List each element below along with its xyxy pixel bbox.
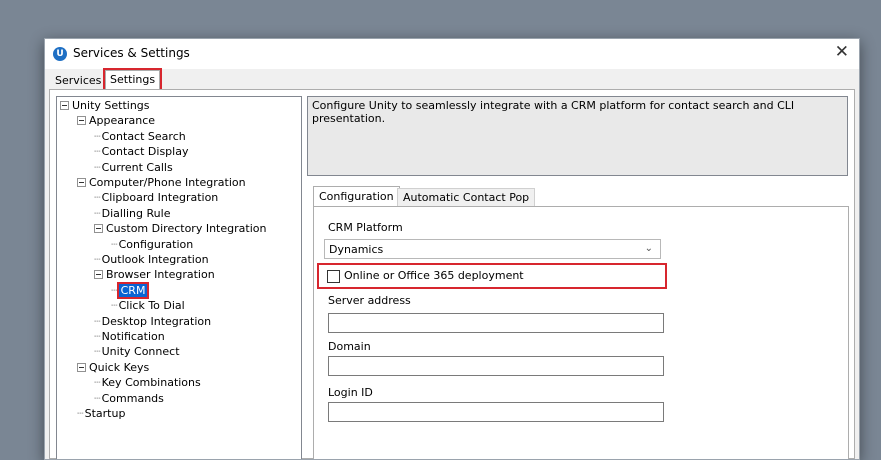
main-tab-strip: Services Settings [45, 68, 859, 91]
tree-item[interactable]: ┄ Click To Dial [111, 298, 185, 313]
tab-settings[interactable]: Settings [102, 68, 163, 91]
tree-connector: ┄ [94, 129, 101, 143]
description-box: Configure Unity to seamlessly integrate … [307, 96, 848, 176]
tree-item-label: Custom Directory Integration [106, 222, 267, 236]
tree-item[interactable]: ┄ Commands [94, 391, 164, 406]
tree-item[interactable]: ┄ Key Combinations [94, 375, 201, 390]
tree-item-label: Notification [101, 330, 165, 343]
tree-connector: ┄ [111, 237, 118, 251]
tree-item-label: Browser Integration [106, 268, 215, 282]
title-bar: U Services & Settings ✕ [45, 39, 859, 69]
collapse-icon[interactable] [60, 101, 69, 110]
login-id-input[interactable] [328, 402, 664, 422]
crm-platform-label: CRM Platform [328, 221, 403, 234]
tree-connector: ┄ [94, 314, 101, 328]
tree-item-label: Contact Display [101, 145, 189, 159]
server-address-label: Server address [328, 294, 411, 307]
crm-platform-value: Dynamics [329, 243, 384, 256]
tree-item-label: Dialling Rule [101, 206, 171, 220]
tree-item-label: Quick Keys [89, 360, 150, 374]
settings-tree[interactable]: Unity Settings Appearance ┄ Contact Search ┄… [56, 96, 302, 459]
tab-automatic-contact-pop[interactable]: Automatic Contact Pop [397, 188, 536, 207]
tree-item[interactable]: ┄ Current Calls [94, 160, 173, 175]
tree-item-label: Current Calls [101, 160, 173, 174]
tree-item-label: Unity Connect [101, 345, 180, 359]
configuration-pane: CRM Platform Dynamics ⌄ Online or Office… [313, 206, 849, 459]
tree-item[interactable]: ┄ Unity Connect [94, 344, 180, 359]
tree-item[interactable]: ┄ Configuration [111, 237, 193, 252]
tree-item-label: Startup [84, 407, 126, 420]
tree-connector: ┄ [94, 376, 101, 390]
tree-connector: ┄ [94, 206, 101, 220]
tab-configuration[interactable]: Configuration [313, 186, 400, 207]
tree-connector: ┄ [94, 391, 101, 405]
tree-item[interactable]: ┄ Desktop Integration [94, 314, 211, 329]
tree-connector: ┄ [94, 160, 101, 174]
close-icon[interactable]: ✕ [835, 42, 849, 62]
tree-item[interactable]: ┄ Notification [94, 329, 165, 344]
tree-item-label: Unity Settings [72, 99, 150, 112]
crm-platform-select[interactable]: Dynamics ⌄ [324, 239, 661, 259]
tree-connector: ┄ [77, 407, 84, 420]
services-settings-window: U Services & Settings ✕ Services Setting… [44, 38, 860, 460]
settings-body: Unity Settings Appearance ┄ Contact Search ┄… [49, 89, 855, 459]
tree-item[interactable]: Custom Directory Integration [94, 221, 266, 236]
tree-item-label: CRM [116, 281, 150, 299]
tree-connector: ┄ [94, 191, 101, 205]
tree-item[interactable]: Quick Keys [77, 360, 149, 375]
collapse-icon[interactable] [94, 270, 103, 280]
tree-connector: ┄ [111, 283, 118, 297]
tree-item[interactable]: ┄ Contact Search [94, 129, 186, 144]
tree-item[interactable]: Unity Settings [60, 98, 150, 113]
collapse-icon[interactable] [77, 116, 86, 126]
unity-app-icon: U [53, 47, 67, 61]
domain-label: Domain [328, 340, 371, 353]
server-address-input[interactable] [328, 313, 664, 333]
online-deployment-label: Online or Office 365 deployment [344, 269, 524, 282]
tree-connector: ┄ [94, 330, 101, 343]
tree-item-label: Key Combinations [101, 376, 201, 390]
settings-detail-panel: Configure Unity to seamlessly integrate … [307, 96, 849, 459]
login-id-label: Login ID [328, 386, 373, 399]
chevron-down-icon: ⌄ [644, 243, 653, 254]
tree-item-label: Configuration [118, 237, 194, 251]
tree-connector: ┄ [94, 145, 101, 159]
tree-item-label: Click To Dial [118, 299, 185, 313]
tree-item-label: Computer/Phone Integration [89, 176, 246, 189]
tree-item-label: Desktop Integration [101, 314, 212, 328]
tree-item[interactable]: ┄ Clipboard Integration [94, 190, 218, 205]
window-title: Services & Settings [73, 46, 190, 60]
domain-input[interactable] [328, 356, 664, 376]
tree-item[interactable]: Appearance [77, 113, 155, 128]
tree-item[interactable]: Computer/Phone Integration [77, 175, 246, 190]
tree-item[interactable]: ┄ Startup [77, 406, 125, 421]
tree-item[interactable]: ┄ Outlook Integration [94, 252, 209, 267]
tree-item-label: Outlook Integration [101, 253, 209, 266]
tab-services[interactable]: Services [51, 73, 105, 88]
tree-item[interactable]: ┄ CRM [111, 281, 150, 299]
collapse-icon[interactable] [77, 362, 86, 372]
tree-connector: ┄ [111, 299, 118, 313]
online-deployment-checkbox[interactable] [327, 270, 340, 283]
tree-connector: ┄ [94, 345, 101, 359]
tree-item[interactable]: ┄ Contact Display [94, 144, 188, 159]
tree-item[interactable]: ┄ Dialling Rule [94, 206, 170, 221]
tree-item-label: Contact Search [101, 129, 186, 143]
tree-item-label: Clipboard Integration [101, 191, 219, 205]
collapse-icon[interactable] [77, 178, 86, 187]
online-deployment-row: Online or Office 365 deployment [317, 263, 667, 289]
tree-item-label: Appearance [89, 114, 156, 128]
tree-item-label: Commands [101, 391, 164, 405]
tree-item[interactable]: Browser Integration [94, 267, 215, 282]
collapse-icon[interactable] [94, 224, 103, 234]
tree-connector: ┄ [94, 253, 101, 266]
